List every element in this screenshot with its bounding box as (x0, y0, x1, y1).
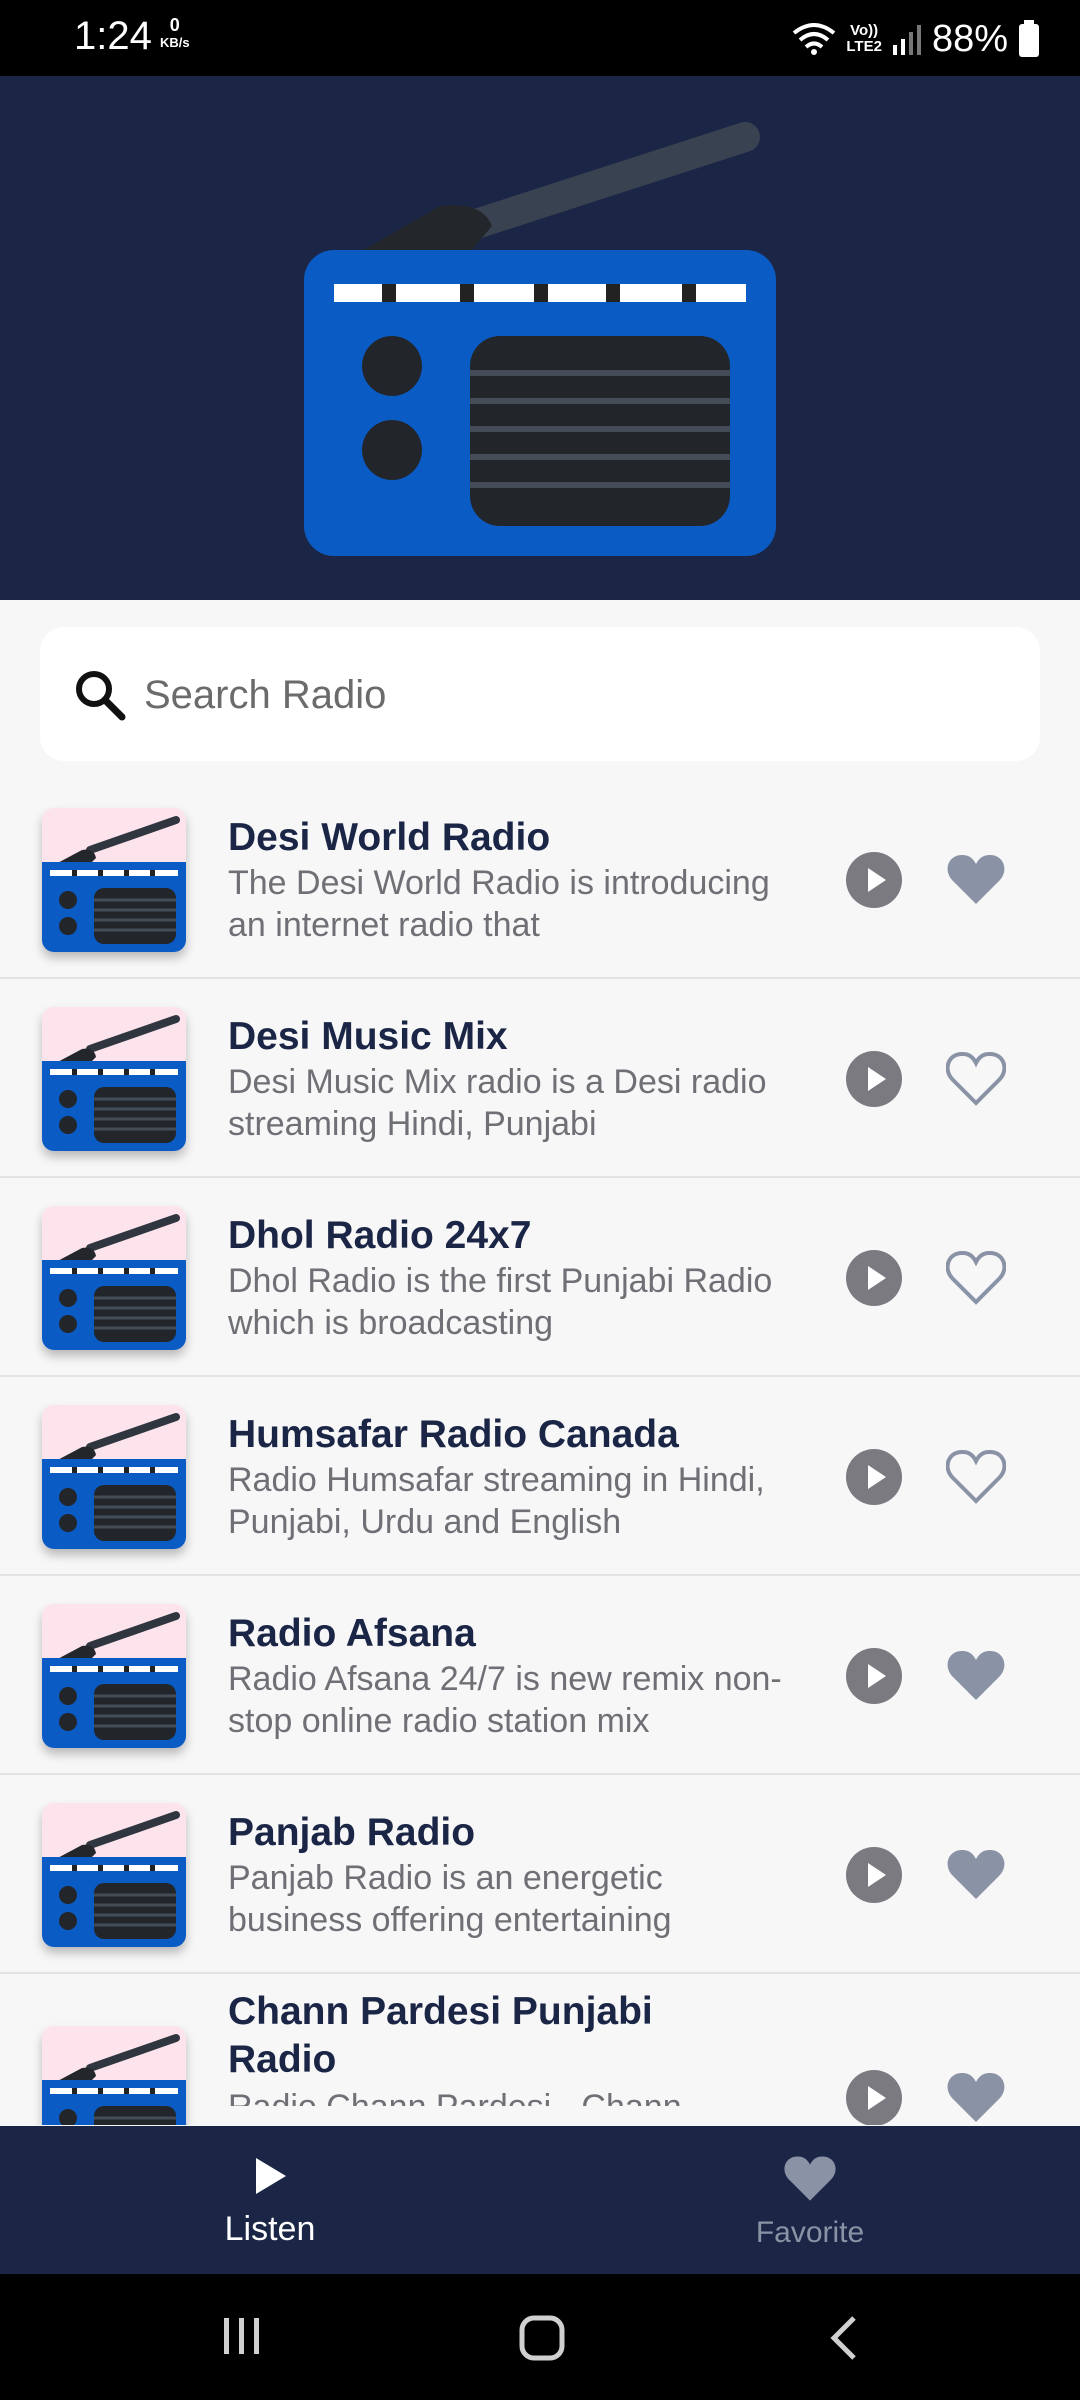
play-button[interactable] (846, 1250, 902, 1306)
volte-indicator: Vo)) LTE2 (846, 23, 882, 55)
battery-percentage: 88% (931, 17, 1008, 60)
tab-favorite-label: Favorite (755, 2216, 865, 2249)
radio-illustration (304, 122, 776, 556)
heart-icon[interactable] (946, 1845, 1006, 1905)
station-description: Desi Music Mix radio is a Desi radio str… (228, 1063, 767, 1143)
network-speed-unit: KB/s (160, 35, 190, 50)
station-item[interactable]: Dhol Radio 24x7 Dhol Radio is the first … (0, 1178, 1080, 1377)
station-description: The Desi World Radio is introducing an i… (228, 864, 770, 944)
back-icon[interactable] (826, 2314, 860, 2362)
bottom-navigation: Listen Favorite (0, 2126, 1080, 2274)
station-thumbnail (42, 1206, 186, 1350)
heart-icon[interactable] (946, 850, 1006, 910)
heart-outline-icon[interactable] (946, 1248, 1006, 1308)
play-button[interactable] (846, 2070, 902, 2125)
station-title: Radio Afsana (228, 1612, 476, 1655)
tab-listen[interactable]: Listen (0, 2126, 540, 2274)
header-banner (0, 76, 1080, 600)
station-thumbnail (42, 1007, 186, 1151)
home-icon[interactable] (518, 2314, 566, 2362)
station-thumbnail (42, 1803, 186, 1947)
station-title: Desi Music Mix (228, 1015, 508, 1058)
station-title: Humsafar Radio Canada (228, 1413, 679, 1456)
station-description: Radio Chann Pardesi - Chann (228, 2086, 788, 2106)
heart-icon[interactable] (946, 1646, 1006, 1706)
station-thumbnail (42, 808, 186, 952)
heart-outline-icon[interactable] (946, 1447, 1006, 1507)
station-description: Dhol Radio is the first Punjabi Radio wh… (228, 1262, 773, 1342)
wifi-icon (793, 23, 836, 55)
station-item[interactable]: Desi World Radio The Desi World Radio is… (0, 780, 1080, 979)
station-title: Panjab Radio (228, 1811, 476, 1854)
tab-favorite[interactable]: Favorite (540, 2126, 1080, 2274)
play-button[interactable] (846, 1648, 902, 1704)
station-title: Desi World Radio (228, 816, 551, 859)
station-item[interactable]: Chann Pardesi Punjabi Radio Radio Chann … (0, 1974, 1080, 2125)
play-button[interactable] (846, 1847, 902, 1903)
station-thumbnail (42, 1405, 186, 1549)
station-title: Dhol Radio 24x7 (228, 1214, 532, 1257)
system-navigation-bar (0, 2274, 1080, 2400)
volte-line1: Vo)) (850, 22, 879, 39)
station-description: Radio Humsafar streaming in Hindi, Punja… (228, 1461, 765, 1541)
station-item[interactable]: Desi Music Mix Desi Music Mix radio is a… (0, 979, 1080, 1178)
status-bar: 1:24 0 KB/s Vo)) LTE2 88% (0, 0, 1080, 76)
station-item[interactable]: Panjab Radio Panjab Radio is an energeti… (0, 1775, 1080, 1974)
heart-icon[interactable] (946, 2068, 1006, 2125)
play-button[interactable] (846, 1449, 902, 1505)
station-thumbnail (42, 1604, 186, 1748)
heart-outline-icon[interactable] (946, 1049, 1006, 1109)
network-speed: 0 KB/s (160, 16, 190, 52)
search-bar[interactable] (40, 627, 1040, 761)
station-list[interactable]: Desi World Radio The Desi World Radio is… (0, 780, 1080, 2125)
search-icon (76, 671, 126, 721)
station-description: Panjab Radio is an energetic business of… (228, 1859, 672, 1939)
tab-listen-label: Listen (224, 2210, 316, 2248)
play-icon (256, 2158, 286, 2194)
station-item[interactable]: Radio Afsana Radio Afsana 24/7 is new re… (0, 1576, 1080, 1775)
status-icons: Vo)) LTE2 88% (792, 14, 1040, 64)
play-button[interactable] (846, 852, 902, 908)
heart-icon (784, 2156, 836, 2201)
play-button[interactable] (846, 1051, 902, 1107)
station-description: Radio Afsana 24/7 is new remix non-stop … (228, 1660, 782, 1740)
search-input[interactable] (142, 663, 1006, 727)
station-title: Chann Pardesi Punjabi Radio (228, 1990, 653, 2081)
recent-apps-icon[interactable] (220, 2314, 264, 2358)
status-time: 1:24 (74, 14, 152, 58)
network-speed-value: 0 (169, 15, 180, 35)
battery-icon (1019, 20, 1039, 57)
station-thumbnail (42, 2026, 186, 2125)
signal-icon (892, 25, 921, 55)
station-item[interactable]: Humsafar Radio Canada Radio Humsafar str… (0, 1377, 1080, 1576)
volte-line2: LTE2 (846, 38, 882, 55)
